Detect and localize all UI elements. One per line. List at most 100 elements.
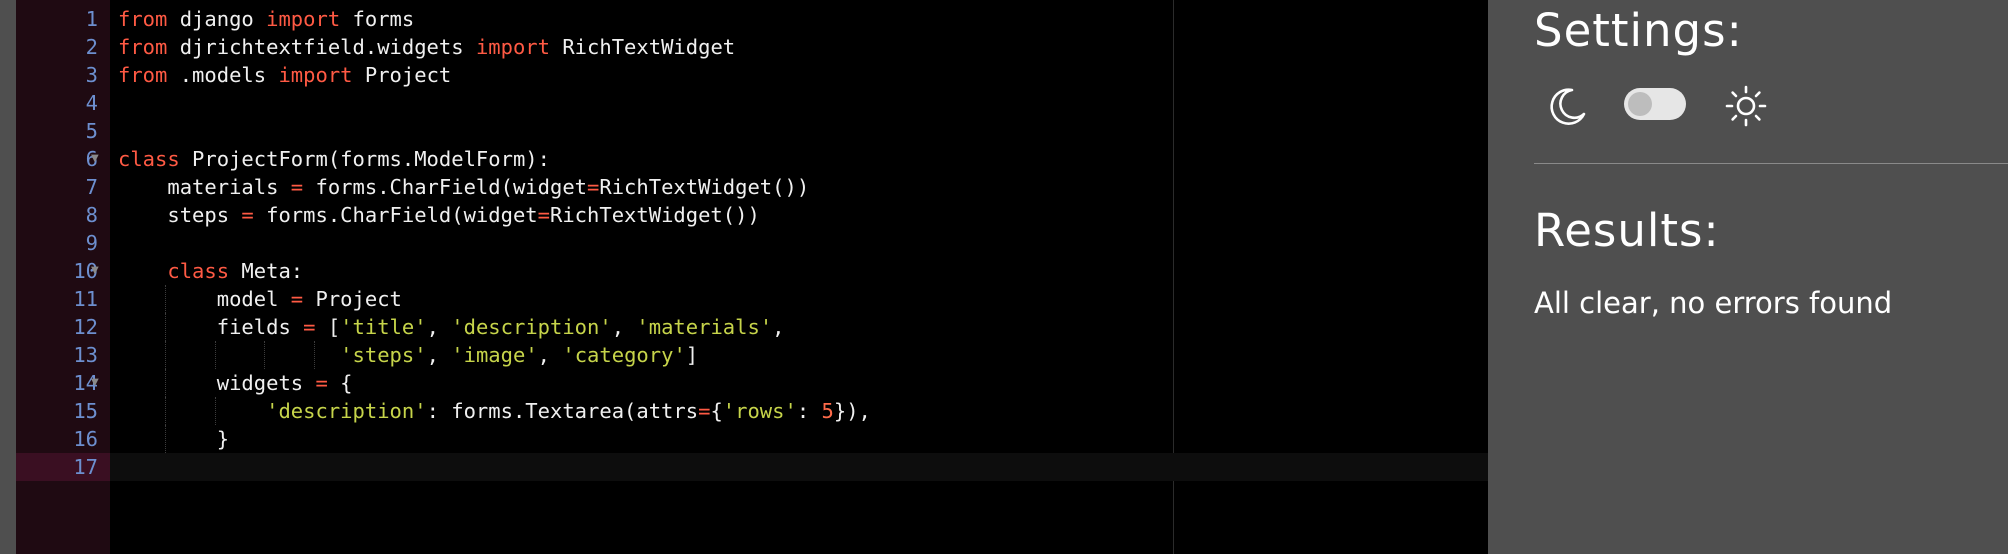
line-number: 4 bbox=[85, 91, 98, 115]
code-cell[interactable] bbox=[110, 229, 1488, 257]
code-token: RichTextWidget()) bbox=[599, 175, 810, 199]
code-token: { bbox=[327, 371, 353, 395]
code-line[interactable]: 5 bbox=[0, 117, 1488, 145]
code-line[interactable]: 2 from djrichtextfield.widgets import Ric… bbox=[0, 33, 1488, 61]
code-token: 'category' bbox=[562, 343, 686, 367]
line-number-cell: 14 ▼ bbox=[16, 369, 110, 397]
code-line[interactable]: 13 'steps', 'image', 'category'] bbox=[0, 341, 1488, 369]
code-text: class Meta: bbox=[118, 257, 303, 285]
code-token: = bbox=[587, 175, 600, 199]
code-line[interactable]: 8 steps = forms.CharField(widget=RichTex… bbox=[0, 201, 1488, 229]
line-number: 8 bbox=[85, 203, 98, 227]
code-text: class ProjectForm(forms.ModelForm): bbox=[118, 145, 550, 173]
code-token: Project bbox=[303, 287, 402, 311]
code-cell[interactable]: 'steps', 'image', 'category'] bbox=[110, 341, 1488, 369]
code-token: Project bbox=[352, 63, 452, 87]
code-cell[interactable]: from django import forms bbox=[110, 5, 1488, 33]
line-number: 7 bbox=[85, 175, 98, 199]
code-cell[interactable] bbox=[110, 89, 1488, 117]
line-number-cell: 3 bbox=[16, 61, 110, 89]
code-text: from .models import Project bbox=[118, 61, 451, 89]
code-lines[interactable]: 1 from django import forms 2 from djrichtex… bbox=[0, 5, 1488, 481]
code-line[interactable]: 12 fields = ['title', 'description', 'ma… bbox=[0, 313, 1488, 341]
code-token: , bbox=[426, 315, 452, 339]
code-token: djrichtextfield.widgets bbox=[167, 35, 476, 59]
code-cell[interactable]: materials = forms.CharField(widget=RichT… bbox=[110, 173, 1488, 201]
fold-arrow-icon[interactable]: ▼ bbox=[91, 369, 103, 397]
code-line[interactable]: 7 materials = forms.CharField(widget=Ric… bbox=[0, 173, 1488, 201]
code-token: widgets bbox=[118, 371, 316, 395]
moon-icon[interactable] bbox=[1546, 84, 1590, 128]
code-token: django bbox=[167, 7, 267, 31]
code-token: forms.CharField(widget bbox=[253, 203, 538, 227]
sun-icon[interactable] bbox=[1724, 84, 1768, 128]
code-cell[interactable]: steps = forms.CharField(widget=RichTextW… bbox=[110, 201, 1488, 229]
code-token: 'description' bbox=[266, 399, 427, 423]
code-token: = bbox=[315, 371, 328, 395]
code-cell[interactable]: from djrichtextfield.widgets import Rich… bbox=[110, 33, 1488, 61]
code-token: import bbox=[266, 7, 341, 31]
code-cell[interactable]: } bbox=[110, 425, 1488, 453]
code-token: } bbox=[118, 427, 230, 451]
code-token: model bbox=[118, 287, 291, 311]
code-line[interactable]: 4 bbox=[0, 89, 1488, 117]
fold-arrow-icon[interactable]: ▼ bbox=[91, 257, 103, 285]
code-line[interactable]: 1 from django import forms bbox=[0, 5, 1488, 33]
line-number-cell: 15 bbox=[16, 397, 110, 425]
code-cell[interactable]: model = Project bbox=[110, 285, 1488, 313]
line-number-cell: 1 bbox=[16, 5, 110, 33]
code-token: [ bbox=[315, 315, 341, 339]
code-token: forms.CharField(widget bbox=[303, 175, 588, 199]
code-token: from bbox=[118, 63, 168, 87]
code-cell[interactable]: class ProjectForm(forms.ModelForm): bbox=[110, 145, 1488, 173]
fold-arrow-icon[interactable]: ▼ bbox=[91, 145, 103, 173]
code-cell[interactable]: from .models import Project bbox=[110, 61, 1488, 89]
code-text: from djrichtextfield.widgets import Rich… bbox=[118, 33, 735, 61]
code-line[interactable]: 17 bbox=[0, 453, 1488, 481]
line-number-cell: 5 bbox=[16, 117, 110, 145]
code-text: } bbox=[118, 425, 229, 453]
code-token: class bbox=[118, 147, 180, 171]
settings-heading: Settings: bbox=[1534, 4, 1743, 57]
theme-toggle[interactable] bbox=[1624, 88, 1686, 120]
line-number: 11 bbox=[73, 287, 98, 311]
code-cell[interactable]: fields = ['title', 'description', 'mater… bbox=[110, 313, 1488, 341]
code-text: model = Project bbox=[118, 285, 402, 313]
code-line[interactable]: 6 ▼ class ProjectForm(forms.ModelForm): bbox=[0, 145, 1488, 173]
code-cell[interactable] bbox=[110, 117, 1488, 145]
code-line[interactable]: 16 } bbox=[0, 425, 1488, 453]
code-cell[interactable]: 'description': forms.Textarea(attrs={'ro… bbox=[110, 397, 1488, 425]
results-heading: Results: bbox=[1534, 204, 1720, 257]
results-message: All clear, no errors found bbox=[1534, 286, 1893, 320]
code-line[interactable]: 14 ▼ widgets = { bbox=[0, 369, 1488, 397]
line-number-cell: 8 bbox=[16, 201, 110, 229]
code-cell[interactable]: class Meta: bbox=[110, 257, 1488, 285]
code-text: steps = forms.CharField(widget=RichTextW… bbox=[118, 201, 759, 229]
code-line[interactable]: 15 'description': forms.Textarea(attrs={… bbox=[0, 397, 1488, 425]
line-number: 12 bbox=[73, 315, 98, 339]
code-line[interactable]: 3 from .models import Project bbox=[0, 61, 1488, 89]
code-editor[interactable]: 1 from django import forms 2 from djrichtex… bbox=[0, 0, 1488, 554]
line-number: 1 bbox=[85, 7, 98, 31]
line-number: 10 bbox=[73, 259, 98, 283]
code-text: fields = ['title', 'description', 'mater… bbox=[118, 313, 785, 341]
code-cell[interactable]: widgets = { bbox=[110, 369, 1488, 397]
code-token: = bbox=[537, 203, 550, 227]
line-number: 16 bbox=[73, 427, 98, 451]
code-token: fields bbox=[118, 315, 304, 339]
code-token: , bbox=[537, 343, 563, 367]
side-panel: Settings: Results: All clear, no errors … bbox=[1488, 0, 2008, 554]
code-line[interactable]: 9 bbox=[0, 229, 1488, 257]
line-number-cell: 13 bbox=[16, 341, 110, 369]
code-token: steps bbox=[118, 203, 242, 227]
code-token: 'title' bbox=[340, 315, 427, 339]
code-cell[interactable] bbox=[110, 453, 1488, 481]
line-number-cell: 11 bbox=[16, 285, 110, 313]
code-line[interactable]: 11 model = Project bbox=[0, 285, 1488, 313]
code-token: 5 bbox=[821, 399, 834, 423]
code-token: RichTextWidget bbox=[550, 35, 736, 59]
code-line[interactable]: 10 ▼ class Meta: bbox=[0, 257, 1488, 285]
code-token: from bbox=[118, 7, 168, 31]
line-number: 13 bbox=[73, 343, 98, 367]
